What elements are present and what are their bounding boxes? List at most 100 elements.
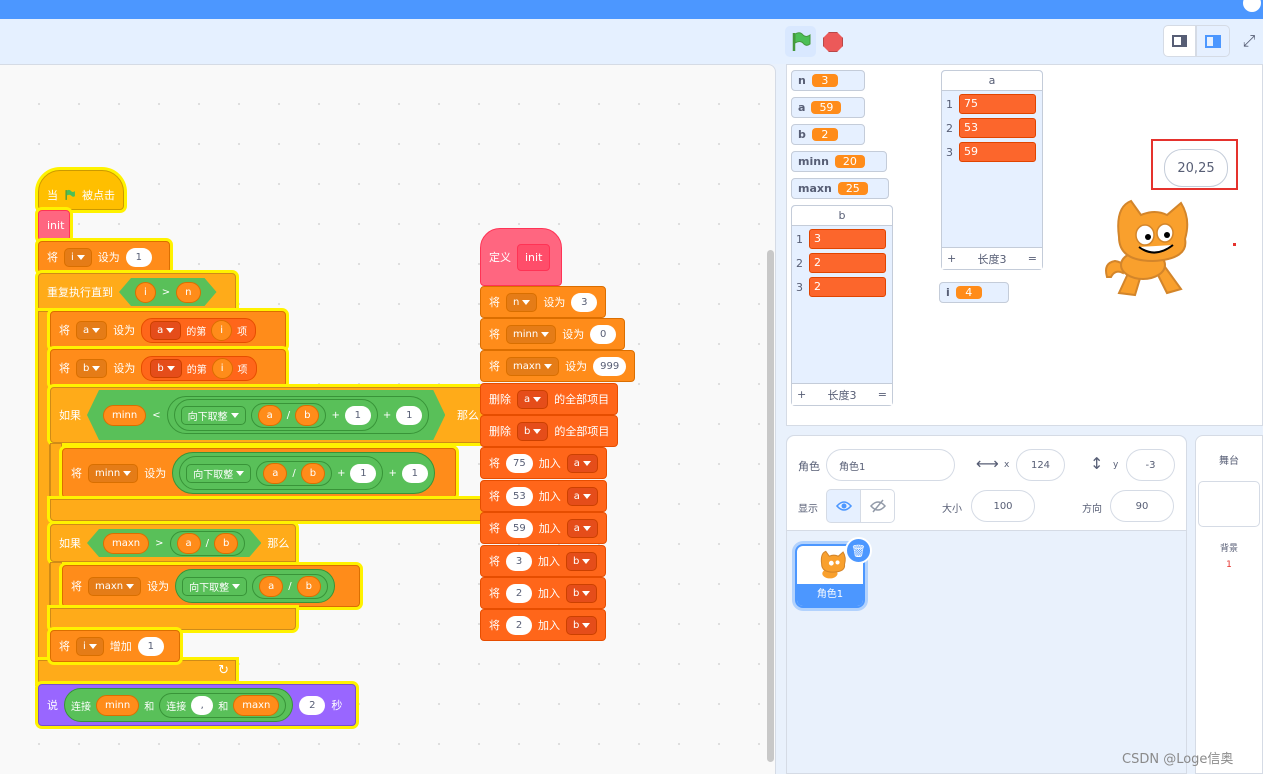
init-row-block[interactable]: 删除 a 的全部项目 (480, 383, 619, 415)
value-input[interactable]: 3 (506, 551, 532, 571)
variable-monitor[interactable]: maxn 25 (791, 178, 889, 199)
sprite-cat-icon[interactable] (1101, 197, 1197, 301)
var-dropdown[interactable]: i (64, 247, 92, 267)
list-dropdown[interactable]: b (566, 615, 598, 635)
define-init-block[interactable]: 定义 init (480, 228, 562, 286)
var-reporter[interactable]: b (296, 575, 321, 597)
init-row-block[interactable]: 将 minn 设为 0 (480, 318, 626, 350)
list-resize-handle[interactable]: = (878, 388, 887, 401)
init-call-block[interactable]: init (38, 210, 70, 241)
list-add-button[interactable]: + (947, 252, 956, 265)
var-dropdown[interactable]: minn (88, 463, 139, 483)
divide-operator[interactable]: a / b (252, 573, 328, 599)
repeat-until-block[interactable]: 重复执行直到 i > n (38, 273, 236, 311)
variable-monitor[interactable]: i4 (939, 282, 1009, 303)
list-dropdown[interactable]: a (566, 486, 598, 506)
say-for-secs-block[interactable]: 说 连接 minn 和 连接 , 和 maxn 2 秒 (38, 684, 356, 726)
set-minn-block[interactable]: 将 minn 设为 向下取整 a / b + 1 + 1 (62, 448, 456, 498)
small-stage-button[interactable] (1163, 25, 1196, 57)
var-reporter[interactable]: i (211, 357, 233, 379)
list-resize-handle[interactable]: = (1028, 252, 1037, 265)
sprite-name-input[interactable]: 角色1 (826, 449, 955, 481)
variable-monitor[interactable]: b2 (791, 124, 865, 145)
if-minn-block[interactable]: 如果 minn < 向下取整 a / b + 1 + 1 那么 (50, 387, 488, 443)
divide-operator[interactable]: a / b (256, 460, 333, 486)
add-operator[interactable]: 向下取整 a / b + 1 + 1 (172, 452, 435, 494)
list-dropdown[interactable]: b (566, 583, 598, 603)
greater-than-operator[interactable]: maxn > a / b (87, 529, 261, 557)
join-operator[interactable]: 连接 minn 和 连接 , 和 maxn (64, 688, 294, 722)
y-input[interactable]: -3 (1126, 449, 1175, 481)
if-maxn-block[interactable]: 如果 maxn > a / b 那么 (50, 524, 296, 562)
var-reporter[interactable]: a (177, 533, 201, 554)
value-input[interactable]: 1 (350, 463, 377, 483)
list-dropdown[interactable]: a (517, 389, 549, 409)
value-input[interactable]: 2 (506, 583, 532, 603)
list-item-value[interactable]: 2 (809, 253, 886, 273)
init-row-block[interactable]: 将 2 加入 b (480, 577, 607, 609)
value-input[interactable]: 999 (593, 356, 627, 376)
list-row[interactable]: 22 (796, 253, 886, 273)
init-row-block[interactable]: 将 3 加入 b (480, 545, 607, 577)
var-dropdown[interactable]: maxn (88, 576, 142, 596)
var-reporter[interactable]: b (214, 533, 238, 554)
less-than-operator[interactable]: minn < 向下取整 a / b + 1 + 1 (87, 390, 445, 440)
list-dropdown[interactable]: b (566, 551, 598, 571)
list-item-value[interactable]: 75 (959, 94, 1036, 114)
var-reporter[interactable]: b (300, 462, 326, 484)
var-reporter[interactable]: i (135, 282, 156, 303)
list-row[interactable]: 3 59 (946, 142, 1036, 162)
value-input[interactable]: 1 (345, 406, 371, 425)
set-a-block[interactable]: 将 a 设为 a 的第 i 项 (50, 311, 286, 349)
list-row[interactable]: 13 (796, 229, 886, 249)
fullscreen-icon[interactable]: ⤢ (1239, 31, 1259, 51)
normal-stage-button[interactable] (1196, 25, 1230, 57)
init-row-block[interactable]: 将 75 加入 a (480, 447, 607, 479)
var-dropdown[interactable]: maxn (506, 356, 560, 376)
var-reporter[interactable]: a (263, 462, 288, 484)
list-dropdown[interactable]: b (150, 358, 182, 378)
green-flag-icon[interactable] (785, 26, 816, 57)
list-row[interactable]: 2 53 (946, 118, 1036, 138)
variable-monitor[interactable]: n3 (791, 70, 865, 91)
list-item-value[interactable]: 59 (959, 142, 1036, 162)
value-input[interactable]: 2 (299, 695, 326, 715)
list-add-button[interactable]: + (797, 388, 806, 401)
list-dropdown[interactable]: a (566, 518, 598, 538)
var-dropdown[interactable]: minn (506, 324, 557, 344)
set-i-block[interactable]: 将 i 设为 1 (38, 241, 170, 273)
var-reporter[interactable]: maxn (103, 533, 149, 554)
value-input[interactable]: 1 (137, 636, 164, 656)
variable-monitor[interactable]: minn 20 (791, 151, 887, 172)
value-input[interactable]: 1 (125, 247, 152, 267)
value-input[interactable]: , (191, 695, 214, 715)
value-input[interactable]: 75 (506, 453, 533, 473)
list-dropdown[interactable]: a (150, 320, 182, 340)
init-row-block[interactable]: 将 2 加入 b (480, 609, 607, 641)
show-hidden-button[interactable] (860, 489, 895, 523)
floor-operator[interactable]: 向下取整 a / b (175, 569, 335, 603)
set-maxn-block[interactable]: 将 maxn 设为 向下取整 a / b (62, 565, 360, 607)
set-b-block[interactable]: 将 b 设为 b 的第 i 项 (50, 349, 286, 387)
var-reporter[interactable]: maxn (233, 694, 280, 716)
list-row[interactable]: 32 (796, 277, 886, 297)
init-row-block[interactable]: 将 53 加入 a (480, 480, 607, 512)
list-item-value[interactable]: 53 (959, 118, 1036, 138)
divide-operator[interactable]: a / b (170, 531, 246, 556)
var-reporter[interactable]: a (259, 575, 284, 597)
var-reporter[interactable]: a (258, 405, 282, 426)
variable-monitor[interactable]: a 59 (791, 97, 865, 118)
value-input[interactable]: 59 (506, 518, 533, 538)
greater-than-operator[interactable]: i > n (119, 278, 217, 306)
change-i-block[interactable]: 将 i 增加 1 (50, 630, 180, 662)
list-item-value[interactable]: 3 (809, 229, 886, 249)
stop-icon[interactable] (823, 32, 843, 52)
menu-corner-icon[interactable] (1243, 0, 1261, 12)
backdrop-thumbnail[interactable] (1198, 481, 1260, 527)
when-flag-clicked-block[interactable]: 当 被点击 (38, 170, 124, 210)
init-row-block[interactable]: 将 59 加入 a (480, 512, 607, 544)
list-monitor-a[interactable]: a 1 75 2 53 3 59 + 长度3 = (941, 70, 1043, 270)
item-of-list-reporter[interactable]: a 的第 i 项 (141, 317, 257, 343)
init-row-block[interactable]: 将 n 设为 3 (480, 286, 607, 318)
var-reporter[interactable]: n (176, 282, 200, 303)
